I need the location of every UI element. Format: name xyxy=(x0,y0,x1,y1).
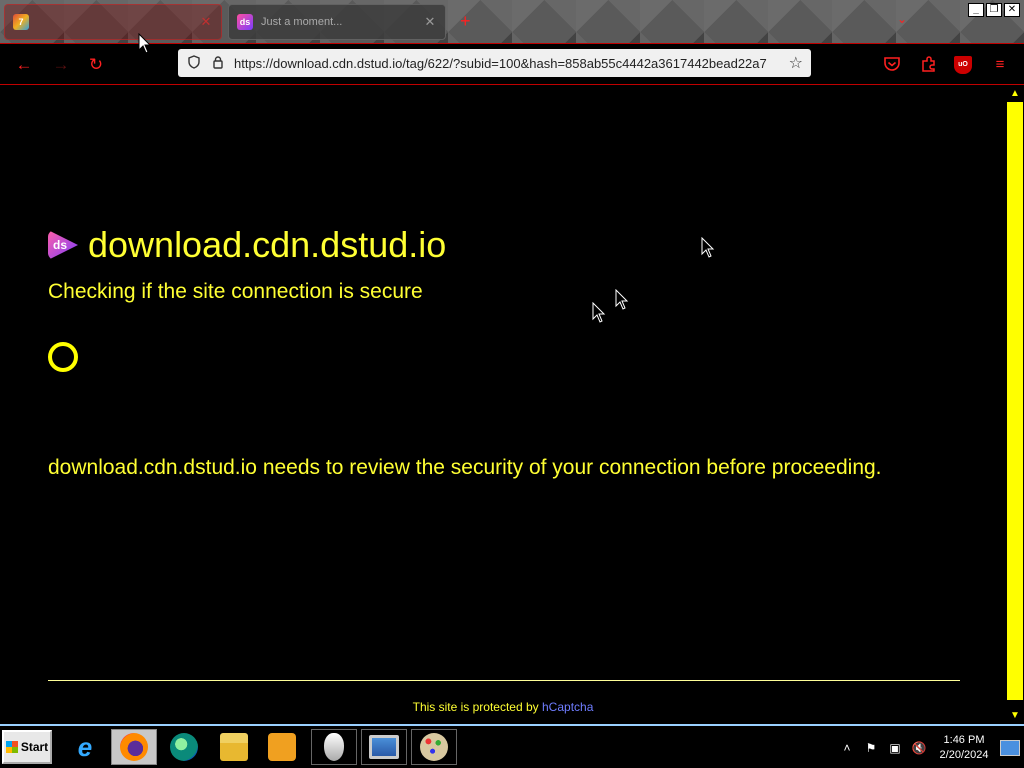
dstud-logo-icon: ds xyxy=(48,230,78,260)
shield-icon[interactable] xyxy=(186,54,202,72)
reload-button[interactable]: ↻ xyxy=(85,54,107,76)
internet-explorer-icon: e xyxy=(77,731,93,762)
close-tab-icon[interactable]: ✕ xyxy=(199,14,213,30)
bookmark-star-icon[interactable]: ☆ xyxy=(789,53,803,73)
lock-icon[interactable] xyxy=(210,55,226,72)
restore-button[interactable]: ❐ xyxy=(986,3,1002,17)
back-button[interactable]: ← xyxy=(13,54,35,76)
start-button[interactable]: Start xyxy=(2,730,52,764)
mouse-cursor-icon xyxy=(138,33,152,54)
scroll-down-arrow-icon[interactable]: ▼ xyxy=(1006,708,1024,724)
taskbar-display-settings[interactable] xyxy=(361,729,407,765)
mouse-cursor-icon xyxy=(701,237,715,258)
mouse-cursor-icon xyxy=(615,289,629,310)
ublock-origin-icon[interactable]: uO xyxy=(954,56,972,74)
tab-title: Just a moment... xyxy=(261,16,343,28)
close-window-button[interactable]: ✕ xyxy=(1004,3,1020,17)
mouse-icon xyxy=(324,733,344,761)
zenith-favicon-icon: 7 xyxy=(13,14,29,30)
pocket-icon[interactable] xyxy=(882,55,902,75)
vertical-scrollbar[interactable]: ▲ ▼ xyxy=(1006,86,1024,724)
loading-spinner-icon xyxy=(48,342,78,372)
media-player-icon xyxy=(268,733,296,761)
scroll-thumb[interactable] xyxy=(1007,102,1023,700)
taskbar-media-player[interactable] xyxy=(259,729,305,765)
close-tab-icon[interactable]: ✕ xyxy=(423,14,437,30)
firefox-icon xyxy=(120,733,148,761)
show-desktop-button[interactable] xyxy=(1000,740,1020,756)
new-tab-button[interactable]: + xyxy=(460,10,471,32)
edge-icon xyxy=(170,733,198,761)
network-icon[interactable]: ▣ xyxy=(886,741,904,755)
address-bar[interactable]: https://download.cdn.dstud.io/tag/622/?s… xyxy=(178,49,811,77)
navigation-toolbar: ← → ↻ https://download.cdn.dstud.io/tag/… xyxy=(0,45,1024,85)
forward-button[interactable]: → xyxy=(50,54,72,76)
tab-active[interactable]: 7 ✕ xyxy=(4,4,222,40)
footer-divider xyxy=(48,680,960,681)
site-heading: ds download.cdn.dstud.io xyxy=(48,224,446,266)
taskbar-edge[interactable] xyxy=(161,729,207,765)
volume-muted-icon[interactable]: 🔇 xyxy=(910,741,928,755)
extensions-icon[interactable] xyxy=(919,55,939,75)
system-tray: ˄ ⚑ ▣ 🔇 1:46 PM 2/20/2024 xyxy=(838,728,1024,768)
url-text[interactable]: https://download.cdn.dstud.io/tag/622/?s… xyxy=(234,56,781,71)
paint-palette-icon xyxy=(420,733,448,761)
system-clock[interactable]: 1:46 PM 2/20/2024 xyxy=(934,733,994,763)
taskbar-paint[interactable] xyxy=(411,729,457,765)
mouse-cursor-icon xyxy=(592,302,606,323)
windows-taskbar: Start e ˄ ⚑ ▣ 🔇 1:46 PM 2/20/2024 xyxy=(0,724,1024,768)
start-label: Start xyxy=(20,740,49,754)
security-review-message: download.cdn.dstud.io needs to review th… xyxy=(48,456,882,479)
hcaptcha-link[interactable]: hCaptcha xyxy=(542,700,593,714)
taskbar-file-explorer[interactable] xyxy=(211,729,257,765)
clock-date: 2/20/2024 xyxy=(939,749,989,761)
desktop-screen: 7 ✕ ds Just a moment... ✕ + ⌄ _ ❐ ✕ ← → … xyxy=(0,0,1024,768)
clock-time: 1:46 PM xyxy=(943,734,985,746)
monitor-icon xyxy=(369,735,399,759)
taskbar-firefox[interactable] xyxy=(111,729,157,765)
hamburger-menu-icon[interactable]: ≡ xyxy=(990,55,1010,75)
page-content: ds download.cdn.dstud.io Checking if the… xyxy=(0,86,1006,724)
dstud-favicon-icon: ds xyxy=(237,14,253,30)
folder-icon xyxy=(220,733,248,761)
footer: This site is protected by hCaptcha xyxy=(0,700,1006,714)
list-all-tabs-button[interactable]: ⌄ xyxy=(897,12,907,26)
scroll-up-arrow-icon[interactable]: ▲ xyxy=(1006,86,1024,102)
window-controls: _ ❐ ✕ xyxy=(968,3,1020,17)
taskbar-mouse-settings[interactable] xyxy=(311,729,357,765)
show-hidden-icons-chevron-icon[interactable]: ˄ xyxy=(838,741,856,755)
page-title: download.cdn.dstud.io xyxy=(88,224,447,265)
footer-prefix: This site is protected by xyxy=(412,700,542,714)
windows-flag-icon xyxy=(5,741,18,753)
checking-message: Checking if the site connection is secur… xyxy=(48,280,423,303)
taskbar-internet-explorer[interactable]: e xyxy=(62,729,108,765)
browser-tab-strip: 7 ✕ ds Just a moment... ✕ + ⌄ _ ❐ ✕ xyxy=(0,0,1024,44)
tab-just-a-moment[interactable]: ds Just a moment... ✕ xyxy=(228,4,446,40)
minimize-button[interactable]: _ xyxy=(968,3,984,17)
action-center-flag-icon[interactable]: ⚑ xyxy=(862,741,880,755)
